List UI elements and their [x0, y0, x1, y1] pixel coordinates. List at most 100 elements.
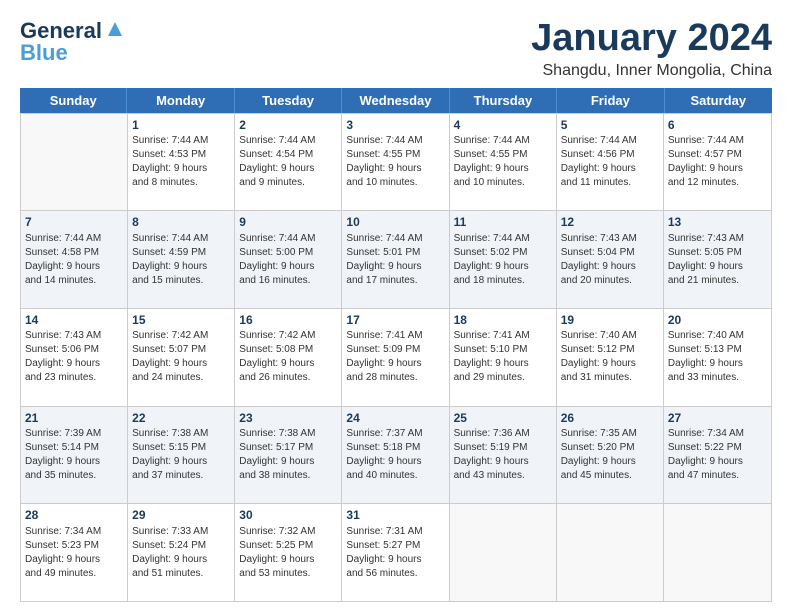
day-number: 8	[132, 214, 230, 230]
day-number: 10	[346, 214, 444, 230]
calendar-cell: 14Sunrise: 7:43 AMSunset: 5:06 PMDayligh…	[21, 309, 128, 406]
day-number: 19	[561, 312, 659, 328]
cell-info: Sunrise: 7:44 AMSunset: 4:56 PMDaylight:…	[561, 134, 659, 190]
calendar-cell: 1Sunrise: 7:44 AMSunset: 4:53 PMDaylight…	[128, 114, 235, 211]
title-block: January 2024 Shangdu, Inner Mongolia, Ch…	[531, 18, 772, 80]
weekday-header: Friday	[557, 88, 664, 113]
day-number: 1	[132, 117, 230, 133]
cell-info: Sunrise: 7:42 AMSunset: 5:08 PMDaylight:…	[239, 329, 337, 385]
calendar: SundayMondayTuesdayWednesdayThursdayFrid…	[20, 88, 772, 602]
calendar-cell: 23Sunrise: 7:38 AMSunset: 5:17 PMDayligh…	[235, 407, 342, 504]
calendar-cell: 30 Sunrise: 7:32 AMSunset: 5:25 PMDayligh…	[235, 504, 342, 601]
day-number: 31	[346, 507, 444, 523]
day-number: 9	[239, 214, 337, 230]
cell-info: Sunrise: 7:43 AMSunset: 5:05 PMDaylight:…	[668, 232, 767, 288]
cell-info: Sunrise: 7:38 AMSunset: 5:15 PMDaylight:…	[132, 427, 230, 483]
weekday-header: Saturday	[665, 88, 772, 113]
calendar-header: SundayMondayTuesdayWednesdayThursdayFrid…	[20, 88, 772, 113]
cell-info: Sunrise: 7:44 AMSunset: 5:00 PMDaylight:…	[239, 232, 337, 288]
weekday-header: Sunday	[20, 88, 127, 113]
day-number: 27	[668, 410, 767, 426]
calendar-cell: 28 Sunrise: 7:34 AMSunset: 5:23 PMDayligh…	[21, 504, 128, 601]
cell-info: Sunrise: 7:32 AMSunset: 5:25 PMDaylight:…	[239, 525, 337, 581]
day-number: 6	[668, 117, 767, 133]
cell-info: Sunrise: 7:43 AMSunset: 5:04 PMDaylight:…	[561, 232, 659, 288]
calendar-row: 14Sunrise: 7:43 AMSunset: 5:06 PMDayligh…	[21, 308, 771, 406]
day-number: 24	[346, 410, 444, 426]
calendar-cell: 31 Sunrise: 7:31 AMSunset: 5:27 PMDayligh…	[342, 504, 449, 601]
calendar-cell: 12 Sunrise: 7:43 AMSunset: 5:04 PMDayligh…	[557, 211, 664, 308]
calendar-cell: 16Sunrise: 7:42 AMSunset: 5:08 PMDayligh…	[235, 309, 342, 406]
day-number: 12	[561, 214, 659, 230]
cell-info: Sunrise: 7:44 AMSunset: 5:01 PMDaylight:…	[346, 232, 444, 288]
day-number: 11	[454, 214, 552, 230]
calendar-row: 28 Sunrise: 7:34 AMSunset: 5:23 PMDayligh…	[21, 503, 771, 601]
cell-info: Sunrise: 7:36 AMSunset: 5:19 PMDaylight:…	[454, 427, 552, 483]
calendar-cell: 6Sunrise: 7:44 AMSunset: 4:57 PMDaylight…	[664, 114, 771, 211]
day-number: 30	[239, 507, 337, 523]
weekday-header: Tuesday	[235, 88, 342, 113]
cell-info: Sunrise: 7:38 AMSunset: 5:17 PMDaylight:…	[239, 427, 337, 483]
logo: General Blue	[20, 18, 126, 66]
day-number: 29	[132, 507, 230, 523]
day-number: 7	[25, 214, 123, 230]
day-number: 3	[346, 117, 444, 133]
month-title: January 2024	[531, 18, 772, 60]
day-number: 5	[561, 117, 659, 133]
cell-info: Sunrise: 7:42 AMSunset: 5:07 PMDaylight:…	[132, 329, 230, 385]
day-number: 14	[25, 312, 123, 328]
cell-info: Sunrise: 7:39 AMSunset: 5:14 PMDaylight:…	[25, 427, 123, 483]
calendar-cell: 22Sunrise: 7:38 AMSunset: 5:15 PMDayligh…	[128, 407, 235, 504]
calendar-cell: 10 Sunrise: 7:44 AMSunset: 5:01 PMDayligh…	[342, 211, 449, 308]
calendar-cell: 24Sunrise: 7:37 AMSunset: 5:18 PMDayligh…	[342, 407, 449, 504]
calendar-cell: 29 Sunrise: 7:33 AMSunset: 5:24 PMDayligh…	[128, 504, 235, 601]
cell-info: Sunrise: 7:40 AMSunset: 5:12 PMDaylight:…	[561, 329, 659, 385]
cell-info: Sunrise: 7:44 AMSunset: 4:54 PMDaylight:…	[239, 134, 337, 190]
logo-triangle-icon	[104, 18, 126, 40]
calendar-cell: 8 Sunrise: 7:44 AMSunset: 4:59 PMDaylight…	[128, 211, 235, 308]
calendar-cell	[557, 504, 664, 601]
day-number: 23	[239, 410, 337, 426]
calendar-cell: 20Sunrise: 7:40 AMSunset: 5:13 PMDayligh…	[664, 309, 771, 406]
calendar-row: 21Sunrise: 7:39 AMSunset: 5:14 PMDayligh…	[21, 406, 771, 504]
weekday-header: Wednesday	[342, 88, 449, 113]
calendar-cell: 27Sunrise: 7:34 AMSunset: 5:22 PMDayligh…	[664, 407, 771, 504]
cell-info: Sunrise: 7:44 AMSunset: 4:58 PMDaylight:…	[25, 232, 123, 288]
day-number: 28	[25, 507, 123, 523]
day-number: 21	[25, 410, 123, 426]
calendar-cell: 19Sunrise: 7:40 AMSunset: 5:12 PMDayligh…	[557, 309, 664, 406]
cell-info: Sunrise: 7:35 AMSunset: 5:20 PMDaylight:…	[561, 427, 659, 483]
calendar-cell: 25Sunrise: 7:36 AMSunset: 5:19 PMDayligh…	[450, 407, 557, 504]
calendar-row: 1Sunrise: 7:44 AMSunset: 4:53 PMDaylight…	[21, 113, 771, 211]
cell-info: Sunrise: 7:40 AMSunset: 5:13 PMDaylight:…	[668, 329, 767, 385]
day-number: 2	[239, 117, 337, 133]
calendar-row: 7 Sunrise: 7:44 AMSunset: 4:58 PMDaylight…	[21, 210, 771, 308]
cell-info: Sunrise: 7:33 AMSunset: 5:24 PMDaylight:…	[132, 525, 230, 581]
day-number: 22	[132, 410, 230, 426]
day-number: 25	[454, 410, 552, 426]
cell-info: Sunrise: 7:44 AMSunset: 4:53 PMDaylight:…	[132, 134, 230, 190]
cell-info: Sunrise: 7:43 AMSunset: 5:06 PMDaylight:…	[25, 329, 123, 385]
calendar-cell: 7 Sunrise: 7:44 AMSunset: 4:58 PMDaylight…	[21, 211, 128, 308]
calendar-cell: 4Sunrise: 7:44 AMSunset: 4:55 PMDaylight…	[450, 114, 557, 211]
day-number: 17	[346, 312, 444, 328]
cell-info: Sunrise: 7:34 AMSunset: 5:22 PMDaylight:…	[668, 427, 767, 483]
cell-info: Sunrise: 7:41 AMSunset: 5:10 PMDaylight:…	[454, 329, 552, 385]
calendar-cell: 9 Sunrise: 7:44 AMSunset: 5:00 PMDaylight…	[235, 211, 342, 308]
calendar-cell: 2Sunrise: 7:44 AMSunset: 4:54 PMDaylight…	[235, 114, 342, 211]
cell-info: Sunrise: 7:44 AMSunset: 4:59 PMDaylight:…	[132, 232, 230, 288]
calendar-cell: 21Sunrise: 7:39 AMSunset: 5:14 PMDayligh…	[21, 407, 128, 504]
calendar-page: General Blue January 2024 Shangdu, Inner…	[0, 0, 792, 612]
day-number: 15	[132, 312, 230, 328]
weekday-header: Thursday	[450, 88, 557, 113]
calendar-cell: 11Sunrise: 7:44 AMSunset: 5:02 PMDayligh…	[450, 211, 557, 308]
cell-info: Sunrise: 7:31 AMSunset: 5:27 PMDaylight:…	[346, 525, 444, 581]
cell-info: Sunrise: 7:34 AMSunset: 5:23 PMDaylight:…	[25, 525, 123, 581]
location: Shangdu, Inner Mongolia, China	[531, 62, 772, 80]
calendar-body: 1Sunrise: 7:44 AMSunset: 4:53 PMDaylight…	[20, 113, 772, 602]
day-number: 26	[561, 410, 659, 426]
logo-blue: Blue	[20, 40, 68, 66]
calendar-cell: 17Sunrise: 7:41 AMSunset: 5:09 PMDayligh…	[342, 309, 449, 406]
page-header: General Blue January 2024 Shangdu, Inner…	[20, 18, 772, 80]
day-number: 16	[239, 312, 337, 328]
